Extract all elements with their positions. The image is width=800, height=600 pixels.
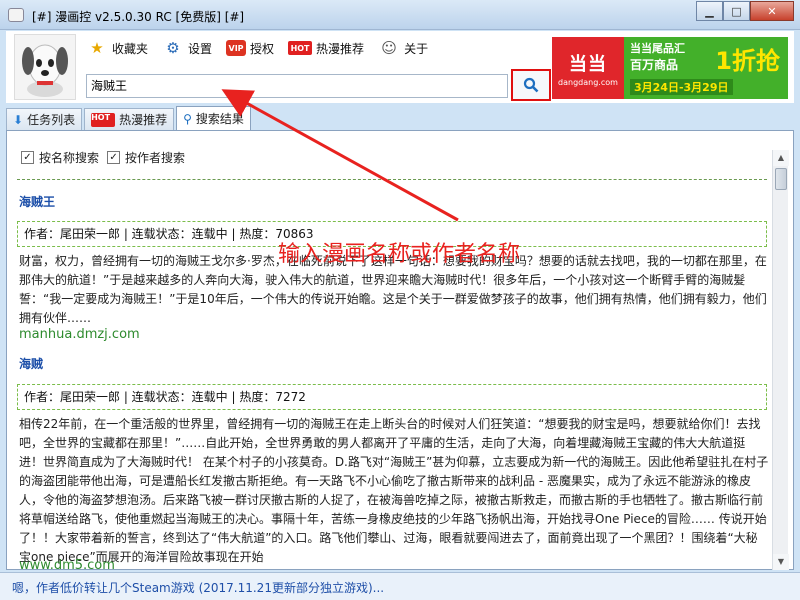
favorites-button[interactable]: ★ 收藏夹 bbox=[86, 37, 148, 59]
header: ★ 收藏夹 ⚙ 设置 VIP 授权 HOT 热漫推荐 ☺ 关于 海贼王 当当 d… bbox=[6, 31, 794, 103]
gear-icon: ⚙ bbox=[166, 39, 180, 57]
hot-icon: HOT bbox=[91, 112, 116, 127]
banner-logo-sub: dangdang.com bbox=[558, 77, 618, 87]
search-icon: ⚲ bbox=[183, 111, 192, 126]
hot-recommend-button[interactable]: HOT 热漫推荐 bbox=[288, 40, 364, 57]
window-title: [#] 漫画控 v2.5.0.30 RC [免费版] [#] bbox=[32, 10, 245, 24]
vip-icon: VIP bbox=[226, 40, 247, 56]
search-by-author-label: 按作者搜索 bbox=[125, 151, 186, 165]
status-bar: 嗯，作者低价转让几个Steam游戏 (2017.11.21更新部分独立游戏)..… bbox=[0, 572, 800, 600]
result-title[interactable]: 海贼 bbox=[19, 355, 43, 372]
tab-task-list[interactable]: ⬇ 任务列表 bbox=[6, 108, 83, 130]
mascot-logo bbox=[14, 34, 76, 100]
maximize-button[interactable]: □ bbox=[723, 1, 750, 21]
license-button[interactable]: VIP 授权 bbox=[226, 40, 274, 57]
result-source-link[interactable]: manhua.dmzj.com bbox=[19, 327, 140, 342]
banner-date: 3月24日-3月29日 bbox=[630, 79, 733, 95]
result-description: 相传22年前，在一个重活般的世界里，曾经拥有一切的海贼王在走上断头台的时候对人们… bbox=[19, 417, 769, 564]
person-icon: ☺ bbox=[381, 39, 397, 57]
close-button[interactable]: ✕ bbox=[750, 1, 794, 21]
result-source-link[interactable]: www.dm5.com bbox=[19, 558, 115, 573]
search-results-pane: ✓ 按名称搜索 ✓ 按作者搜索 海贼王 作者：尾田荣一郎 | 连载状态：连载中 … bbox=[6, 130, 794, 573]
download-icon: ⬇ bbox=[13, 112, 24, 127]
search-icon bbox=[523, 77, 539, 93]
scroll-up-icon[interactable]: ▲ bbox=[773, 150, 789, 166]
license-label: 授权 bbox=[250, 41, 275, 56]
status-message-link[interactable]: 嗯，作者低价转让几个Steam游戏 (2017.11.21更新部分独立游戏)..… bbox=[12, 579, 384, 596]
settings-label: 设置 bbox=[188, 41, 213, 56]
scroll-down-icon[interactable]: ▼ bbox=[773, 554, 789, 570]
favorites-label: 收藏夹 bbox=[112, 41, 149, 56]
banner-big-text: 1折抢 bbox=[715, 47, 780, 75]
tab-bar: ⬇ 任务列表 HOT 热漫推荐 ⚲ 搜索结果 bbox=[6, 106, 253, 130]
search-button[interactable] bbox=[511, 69, 551, 101]
about-label: 关于 bbox=[404, 41, 429, 56]
divider bbox=[17, 179, 767, 180]
dog-mascot-icon bbox=[22, 44, 68, 97]
about-button[interactable]: ☺ 关于 bbox=[378, 37, 428, 59]
banner-logo: 当当 bbox=[569, 53, 607, 75]
search-input[interactable]: 海贼王 bbox=[86, 74, 508, 98]
title-bar: [#] 漫画控 v2.5.0.30 RC [免费版] [#] ▁ □ ✕ bbox=[0, 0, 800, 30]
banner-promo: 当当尾品汇 百万商品 1折抢 3月24日-3月29日 bbox=[624, 37, 788, 99]
annotation-text: 输入漫画名称或作者名称 bbox=[278, 242, 521, 267]
search-filters: ✓ 按名称搜索 ✓ 按作者搜索 bbox=[21, 149, 193, 166]
checkbox-box[interactable]: ✓ bbox=[107, 151, 121, 164]
ad-banner[interactable]: 当当 dangdang.com 当当尾品汇 百万商品 1折抢 3月24日-3月2… bbox=[552, 37, 788, 99]
result-meta: 作者：尾田荣一郎 | 连载状态：连载中 | 热度：7272 bbox=[17, 384, 767, 410]
search-by-name-label: 按名称搜索 bbox=[39, 151, 100, 165]
hot-icon: HOT bbox=[288, 41, 313, 55]
app-icon bbox=[8, 8, 24, 22]
toolbar: ★ 收藏夹 ⚙ 设置 VIP 授权 HOT 热漫推荐 ☺ 关于 bbox=[86, 35, 442, 61]
minimize-button[interactable]: ▁ bbox=[696, 1, 723, 21]
hot-recommend-label: 热漫推荐 bbox=[316, 41, 365, 56]
search-by-name-checkbox[interactable]: ✓ 按名称搜索 bbox=[21, 149, 99, 166]
folder-star-icon: ★ bbox=[90, 39, 104, 57]
tab-hot-recommend[interactable]: HOT 热漫推荐 bbox=[84, 108, 175, 130]
vertical-scrollbar[interactable]: ▲ ▼ bbox=[772, 150, 789, 570]
result-title[interactable]: 海贼王 bbox=[19, 193, 55, 210]
tab-hot-recommend-label: 热漫推荐 bbox=[119, 113, 168, 127]
tab-search-results[interactable]: ⚲ 搜索结果 bbox=[176, 106, 251, 130]
window-controls: ▁ □ ✕ bbox=[696, 1, 794, 21]
search-by-author-checkbox[interactable]: ✓ 按作者搜索 bbox=[107, 149, 185, 166]
checkbox-box[interactable]: ✓ bbox=[21, 151, 34, 164]
banner-brand: 当当 dangdang.com bbox=[552, 37, 624, 99]
tab-search-results-label: 搜索结果 bbox=[195, 112, 244, 126]
settings-button[interactable]: ⚙ 设置 bbox=[162, 37, 212, 59]
scroll-thumb[interactable] bbox=[775, 168, 787, 190]
tab-task-list-label: 任务列表 bbox=[27, 113, 76, 127]
